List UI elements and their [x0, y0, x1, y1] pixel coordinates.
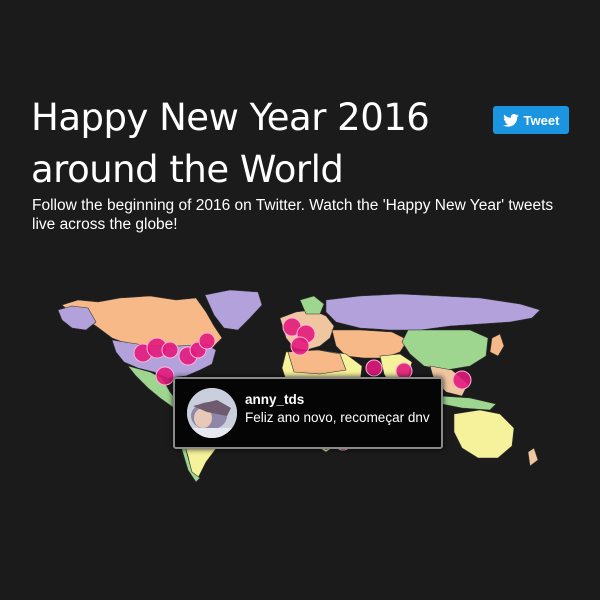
new-zealand [527, 447, 539, 467]
page: Happy New Year 2016 around the World Fol… [0, 0, 600, 600]
australia [453, 409, 515, 459]
tweet-marker[interactable] [161, 341, 179, 359]
tweet-tooltip: anny_tds Feliz ano novo, recomeçar dnv [173, 377, 443, 449]
central-asia [331, 329, 409, 359]
title-line-2: around the World [31, 148, 344, 191]
world-map [57, 289, 541, 483]
indonesia [439, 395, 497, 411]
japan [489, 333, 505, 357]
tweet-marker[interactable] [290, 336, 310, 356]
alaska [57, 305, 97, 331]
tweet-marker[interactable] [155, 366, 175, 386]
canada [61, 295, 223, 349]
tweet-user-name: anny_tds [245, 392, 305, 407]
china [401, 329, 489, 371]
europe-north [299, 295, 325, 315]
tweet-marker[interactable] [452, 370, 472, 390]
page-title: Happy New Year 2016 around the World [31, 92, 471, 196]
greenland [204, 289, 263, 331]
page-subtitle: Follow the beginning of 2016 on Twitter.… [32, 197, 554, 233]
tweet-marker[interactable] [198, 332, 216, 350]
twitter-bird-icon [502, 113, 519, 127]
tweet-text: Feliz ano novo, recomeçar dnv [245, 410, 430, 425]
tweet-button-label: Tweet [523, 112, 560, 128]
russia [325, 293, 541, 331]
tweet-button[interactable]: Tweet [493, 106, 569, 134]
avatar [187, 388, 237, 438]
tweet-marker[interactable] [365, 359, 383, 377]
title-line-1: Happy New Year 2016 [31, 96, 430, 139]
